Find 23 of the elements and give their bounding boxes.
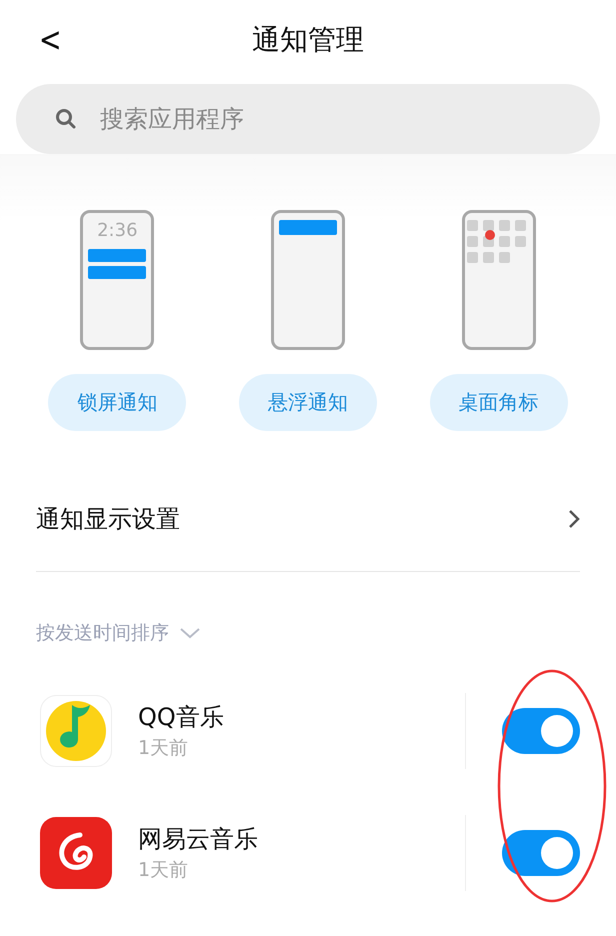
style-button[interactable]: 悬浮通知 (238, 374, 377, 431)
app-icon (40, 695, 112, 767)
app-time: 1天前 (138, 858, 190, 883)
style-button[interactable]: 桌面角标 (430, 374, 568, 431)
row-label: 通知显示设置 (36, 504, 180, 535)
notification-bar (88, 266, 146, 279)
app-icon (40, 817, 112, 889)
style-button[interactable]: 锁屏通知 (48, 374, 186, 431)
toggle-switch[interactable] (502, 830, 580, 876)
back-button[interactable]: < (38, 20, 62, 60)
sort-dropdown[interactable]: 按发送时间排序 (36, 620, 201, 646)
toggle-switch[interactable] (502, 708, 580, 754)
app-name: 网易云音乐 (138, 824, 259, 855)
app-time: 1天前 (138, 736, 190, 761)
clock-text: 2:36 (97, 220, 138, 241)
settings-row[interactable]: 通知显示设置 (36, 491, 580, 547)
chevron-right-icon (568, 509, 580, 529)
page-title: 通知管理 (252, 22, 364, 58)
search-field[interactable]: 搜索应用程序 (16, 84, 600, 154)
app-name: QQ音乐 (138, 702, 225, 733)
chevron-down-icon (179, 627, 201, 639)
notification-bar (88, 249, 146, 262)
notification-bar (278, 220, 337, 235)
